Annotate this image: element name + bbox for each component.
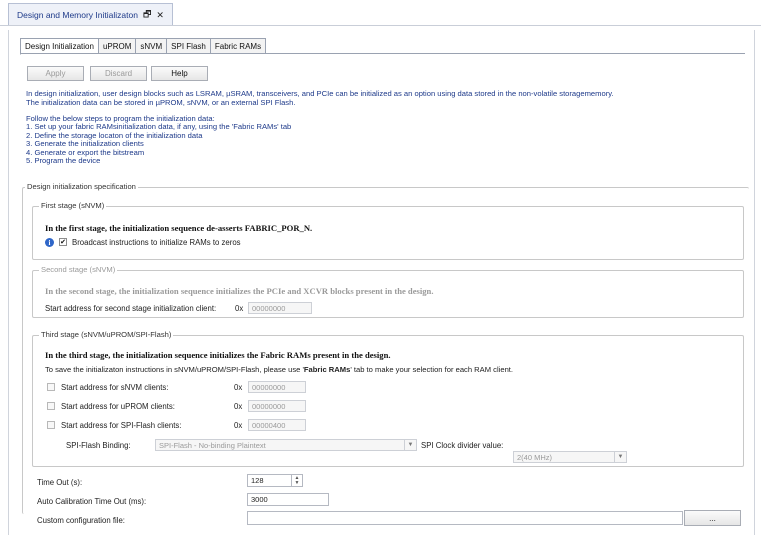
spi-clock-divider-label: SPI Clock divider value:	[421, 441, 504, 450]
intro-line-1: In design initialization, user design bl…	[26, 89, 614, 98]
uprom-hex-prefix: 0x	[234, 402, 243, 411]
info-icon: i	[45, 238, 54, 247]
auto-calibration-label: Auto Calibration Time Out (ms):	[37, 497, 147, 506]
third-stage-note-fabric-rams: Fabric RAMs	[303, 365, 351, 374]
spi-flash-binding-select[interactable]: SPI-Flash - No-binding Plaintext ▼	[155, 439, 417, 451]
timeout-label: Time Out (s):	[37, 478, 83, 487]
second-stage-hex-prefix: 0x	[235, 304, 244, 313]
chevron-down-icon: ▼	[404, 440, 416, 450]
third-stage-note: To save the initializaton instructions i…	[45, 365, 513, 374]
spec-group-title: Design initialization specification	[25, 182, 138, 191]
broadcast-checkbox[interactable]: ✔	[59, 238, 67, 246]
custom-config-label: Custom configuration file:	[37, 516, 125, 525]
second-stage-title: Second stage (sNVM)	[39, 265, 118, 274]
uprom-clients-label: Start address for uPROM clients:	[61, 402, 175, 411]
snvm-clients-label: Start address for sNVM clients:	[61, 383, 169, 392]
first-stage-description: In the first stage, the initialization s…	[45, 223, 313, 233]
tab-fabric-rams[interactable]: Fabric RAMs	[209, 38, 267, 54]
chevron-down-icon: ▼	[614, 452, 626, 462]
discard-button[interactable]: Discard	[90, 66, 147, 81]
float-window-icon[interactable]: 🗗	[143, 7, 151, 23]
browse-button[interactable]: ...	[684, 510, 741, 526]
step-4: 4. Generate or export the bitstream	[26, 147, 145, 157]
spi-flash-clients-label: Start address for SPI-Flash clients:	[61, 421, 182, 430]
second-stage-address-label: Start address for second stage initializ…	[45, 304, 217, 313]
third-stage-description: In the third stage, the initialization s…	[45, 350, 391, 360]
help-button[interactable]: Help	[151, 66, 208, 81]
spi-clock-divider-select[interactable]: 2(40 MHz) ▼	[513, 451, 627, 463]
third-stage-note-post: ' tab to make your selection for each RA…	[350, 365, 514, 374]
third-stage-title: Third stage (sNVM/uPROM/SPI-Flash)	[39, 330, 174, 339]
broadcast-label: Broadcast instructions to initialize RAM…	[72, 238, 241, 247]
snvm-clients-address-input[interactable]: 00000000	[248, 381, 306, 393]
apply-button[interactable]: Apply	[27, 66, 84, 81]
spi-clock-divider-value: 2(40 MHz)	[517, 452, 553, 462]
timeout-spinbox[interactable]: 128 ▲ ▼	[247, 474, 303, 487]
intro-line-2: The initialization data can be stored in…	[26, 98, 296, 107]
spin-down-icon[interactable]: ▼	[292, 480, 302, 486]
steps-text: Follow the below steps to program the in…	[26, 114, 746, 166]
document-tab-title: Design and Memory Initializaton	[17, 10, 138, 20]
tab-uprom[interactable]: uPROM	[97, 38, 136, 54]
tabstrip-divider	[0, 25, 761, 26]
timeout-value: 128	[251, 476, 264, 485]
timeout-stepper[interactable]: ▲ ▼	[291, 475, 302, 487]
spi-flash-clients-address-input[interactable]: 00000400	[248, 419, 306, 431]
spi-flash-binding-label: SPI-Flash Binding:	[66, 441, 131, 450]
second-stage-description: In the second stage, the initialization …	[45, 286, 434, 296]
spi-flash-binding-value: SPI-Flash - No-binding Plaintext	[159, 440, 266, 450]
document-tab[interactable]: Design and Memory Initializaton 🗗 ✕	[8, 3, 173, 26]
custom-config-file-input[interactable]	[247, 511, 683, 525]
tab-snvm[interactable]: sNVM	[135, 38, 167, 54]
auto-calibration-input[interactable]: 3000	[247, 493, 329, 506]
spi-flash-hex-prefix: 0x	[234, 421, 243, 430]
third-stage-note-pre: To save the initializaton instructions i…	[45, 365, 304, 374]
first-stage-title: First stage (sNVM)	[39, 201, 107, 210]
uprom-clients-address-input[interactable]: 00000000	[248, 400, 306, 412]
step-5: 5. Program the device	[26, 156, 101, 166]
close-icon[interactable]: ✕	[156, 10, 164, 21]
tab-spi-flash[interactable]: SPI Flash	[166, 38, 210, 54]
subtab-underline	[20, 53, 745, 54]
second-stage-address-input[interactable]: 00000000	[248, 302, 312, 314]
first-stage-group: First stage (sNVM)	[32, 201, 744, 260]
spi-flash-clients-checkbox[interactable]	[47, 421, 55, 429]
snvm-clients-checkbox[interactable]	[47, 383, 55, 391]
uprom-clients-checkbox[interactable]	[47, 402, 55, 410]
intro-text: In design initialization, user design bl…	[26, 89, 746, 107]
snvm-hex-prefix: 0x	[234, 383, 243, 392]
